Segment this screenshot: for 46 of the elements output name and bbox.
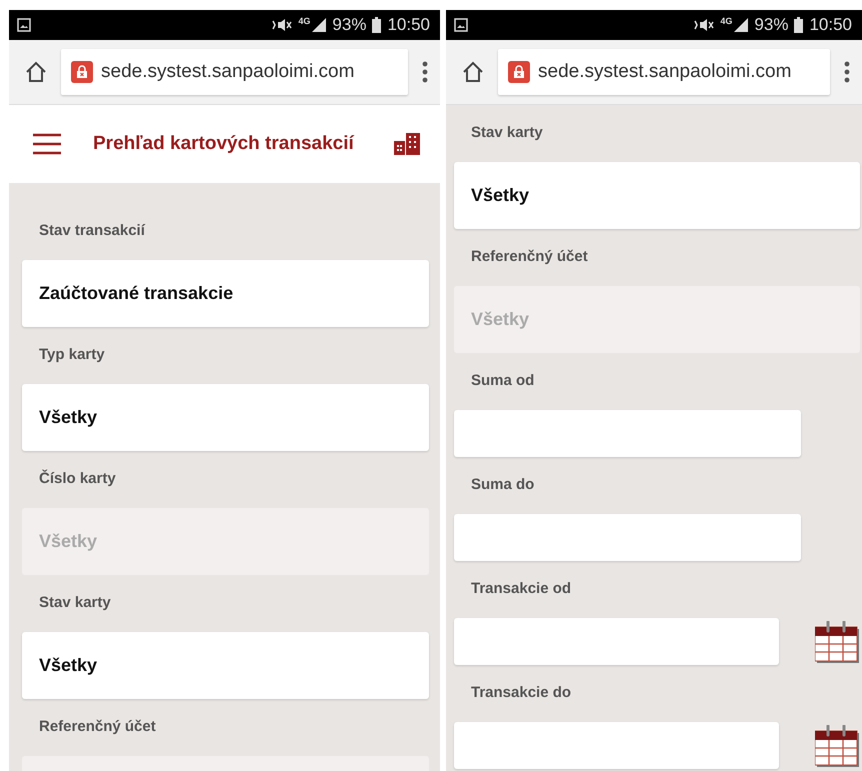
signal-icon (734, 18, 748, 32)
date-field[interactable] (454, 722, 779, 769)
dropdown-field[interactable]: Všetky (22, 632, 429, 699)
field-label: Suma do (470, 475, 536, 495)
battery-level: 93% (332, 15, 366, 35)
field-label: Číslo karty (38, 468, 117, 489)
mute-icon (272, 18, 292, 32)
field-label: Transakcie od (470, 579, 572, 599)
field-label: Transakcie do (470, 683, 572, 703)
menu-icon[interactable] (33, 133, 61, 155)
home-icon[interactable] (25, 61, 47, 83)
calendar-icon[interactable] (815, 724, 859, 766)
lock-icon (508, 61, 530, 83)
field-label: Referenčný účet (38, 717, 157, 737)
field-label: Stav transakcií (38, 221, 146, 241)
date-field[interactable] (454, 618, 779, 665)
more-menu-icon[interactable] (844, 61, 850, 83)
field-label: Stav karty (470, 123, 544, 143)
field-label: Typ karty (38, 345, 106, 365)
battery-level: 93% (754, 15, 788, 35)
clock-time: 10:50 (809, 15, 852, 35)
amount-field[interactable] (454, 410, 801, 457)
network-type: 4G (720, 16, 732, 26)
image-icon (454, 18, 468, 32)
field-label: Suma od (470, 371, 536, 391)
url-field[interactable]: sede.systest.sanpaoloimi.com (498, 49, 830, 95)
battery-icon (794, 17, 804, 33)
mute-icon (694, 18, 714, 32)
calendar-icon[interactable] (815, 620, 859, 662)
image-icon (17, 18, 31, 32)
url-field[interactable]: sede.systest.sanpaoloimi.com (61, 49, 408, 95)
signal-icon (312, 18, 326, 32)
dropdown-field[interactable]: Zaúčtované transakcie (22, 260, 429, 327)
battery-icon (372, 17, 382, 33)
dropdown-field[interactable]: Všetky (22, 384, 429, 451)
home-icon[interactable] (462, 61, 484, 83)
amount-field[interactable] (454, 514, 801, 561)
field-label: Referenčný účet (470, 247, 589, 267)
field-label: Stav karty (38, 593, 112, 613)
network-type: 4G (298, 16, 310, 26)
page-title: Prehľad kartových transakcií (93, 133, 356, 155)
more-menu-icon[interactable] (422, 61, 428, 83)
building-icon[interactable] (394, 133, 420, 155)
clock-time: 10:50 (387, 15, 430, 35)
lock-icon (71, 61, 93, 83)
dropdown-field[interactable]: Všetky (454, 162, 860, 229)
